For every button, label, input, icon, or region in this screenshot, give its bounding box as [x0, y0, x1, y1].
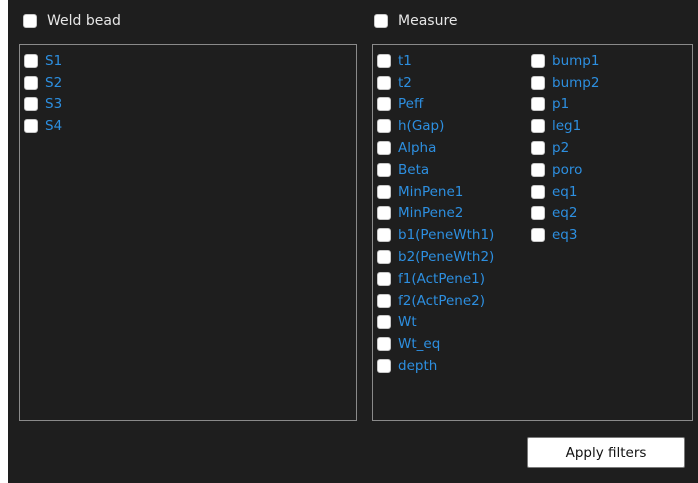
measure-label: poro	[552, 161, 583, 178]
measure-checkbox[interactable]	[531, 206, 545, 221]
measure-checkbox[interactable]	[531, 162, 545, 177]
weld-bead-checkbox[interactable]	[24, 53, 38, 68]
measure-checkbox[interactable]	[377, 228, 391, 243]
measure-checkbox[interactable]	[531, 228, 545, 243]
measure-checkbox[interactable]	[377, 337, 391, 352]
measure-item[interactable]: b2(PeneWth2)	[377, 246, 494, 268]
measure-label: depth	[398, 358, 438, 375]
measure-checkbox[interactable]	[377, 293, 391, 308]
measure-list-column-2: bump1 bump2 p1 leg1 p2 poro eq1 eq2 eq3	[531, 50, 599, 246]
measure-label: b2(PeneWth2)	[398, 249, 495, 266]
measure-label: Peff	[398, 96, 424, 113]
measure-item[interactable]: h(Gap)	[377, 115, 494, 137]
weld-bead-checkbox[interactable]	[24, 97, 38, 112]
measure-item[interactable]: Beta	[377, 159, 494, 181]
measure-checkbox[interactable]	[377, 250, 391, 265]
weld-bead-label: S3	[45, 96, 63, 113]
measure-item[interactable]: t1	[377, 50, 494, 72]
weld-bead-header: Weld bead	[23, 13, 121, 29]
weld-bead-item[interactable]: S3	[24, 94, 62, 116]
measure-checkbox[interactable]	[531, 119, 545, 134]
measure-item[interactable]: b1(PeneWth1)	[377, 224, 494, 246]
weld-bead-label: S2	[45, 74, 63, 91]
measure-item[interactable]: Peff	[377, 94, 494, 116]
measure-checkbox[interactable]	[377, 141, 391, 156]
measure-item[interactable]: Alpha	[377, 137, 494, 159]
measure-item[interactable]: Wt_eq	[377, 333, 494, 355]
measure-checkbox[interactable]	[377, 359, 391, 374]
measure-item[interactable]: poro	[531, 159, 599, 181]
weld-bead-item[interactable]: S1	[24, 50, 62, 72]
weld-bead-list-box: S1 S2 S3 S4	[19, 44, 357, 421]
measure-item[interactable]: MinPene1	[377, 181, 494, 203]
measure-label: Beta	[398, 161, 430, 178]
measure-checkbox[interactable]	[531, 53, 545, 68]
measure-label: Alpha	[398, 140, 437, 157]
measure-checkbox[interactable]	[531, 184, 545, 199]
measure-label: Wt_eq	[398, 336, 441, 353]
measure-item[interactable]: bump1	[531, 50, 599, 72]
weld-bead-select-all-checkbox[interactable]	[23, 14, 37, 28]
measure-checkbox[interactable]	[377, 271, 391, 286]
measure-label: f1(ActPene1)	[398, 270, 486, 287]
weld-bead-item[interactable]: S4	[24, 115, 62, 137]
weld-bead-label: S4	[45, 118, 63, 135]
measure-label: b1(PeneWth1)	[398, 227, 495, 244]
measure-item[interactable]: depth	[377, 355, 494, 377]
measure-label: MinPene1	[398, 183, 464, 200]
measure-item[interactable]: p1	[531, 94, 599, 116]
measure-checkbox[interactable]	[377, 75, 391, 90]
measure-header-label: Measure	[398, 13, 458, 29]
measure-label: eq2	[552, 205, 578, 222]
measure-label: Wt	[398, 314, 417, 331]
measure-checkbox[interactable]	[377, 119, 391, 134]
measure-item[interactable]: f2(ActPene2)	[377, 290, 494, 312]
measure-checkbox[interactable]	[531, 97, 545, 112]
measure-checkbox[interactable]	[531, 75, 545, 90]
measure-label: leg1	[552, 118, 582, 135]
measure-checkbox[interactable]	[377, 184, 391, 199]
measure-item[interactable]: f1(ActPene1)	[377, 268, 494, 290]
measure-item[interactable]: leg1	[531, 115, 599, 137]
weld-bead-checkbox[interactable]	[24, 75, 38, 90]
measure-checkbox[interactable]	[377, 206, 391, 221]
measure-label: p1	[552, 96, 570, 113]
measure-label: bump2	[552, 74, 600, 91]
measure-label: f2(ActPene2)	[398, 292, 486, 309]
measure-item[interactable]: eq2	[531, 203, 599, 225]
filter-panel: Weld bead S1 S2 S3 S4 Measure t1 t2 Peff h(Gap…	[0, 0, 698, 483]
measure-checkbox[interactable]	[377, 53, 391, 68]
measure-label: eq1	[552, 183, 578, 200]
measure-header: Measure	[374, 13, 458, 29]
measure-item[interactable]: t2	[377, 72, 494, 94]
measure-item[interactable]: eq3	[531, 224, 599, 246]
measure-item[interactable]: p2	[531, 137, 599, 159]
measure-list-column-1: t1 t2 Peff h(Gap) Alpha Beta MinPene1 MinPene2 b…	[377, 50, 494, 377]
measure-label: bump1	[552, 52, 600, 69]
measure-item[interactable]: bump2	[531, 72, 599, 94]
measure-label: MinPene2	[398, 205, 464, 222]
weld-bead-list: S1 S2 S3 S4	[24, 50, 62, 137]
measure-list-box: t1 t2 Peff h(Gap) Alpha Beta MinPene1 MinPene2 b…	[372, 44, 693, 421]
weld-bead-checkbox[interactable]	[24, 119, 38, 134]
weld-bead-item[interactable]: S2	[24, 72, 62, 94]
weld-bead-label: S1	[45, 52, 63, 69]
measure-item[interactable]: Wt	[377, 312, 494, 334]
measure-label: h(Gap)	[398, 118, 445, 135]
measure-label: t2	[398, 74, 412, 91]
measure-label: eq3	[552, 227, 578, 244]
measure-item[interactable]: MinPene2	[377, 203, 494, 225]
weld-bead-header-label: Weld bead	[47, 13, 121, 29]
measure-label: p2	[552, 140, 570, 157]
measure-checkbox[interactable]	[377, 97, 391, 112]
measure-checkbox[interactable]	[377, 162, 391, 177]
measure-label: t1	[398, 52, 412, 69]
apply-filters-button[interactable]: Apply filters	[527, 437, 685, 468]
measure-checkbox[interactable]	[377, 315, 391, 330]
measure-select-all-checkbox[interactable]	[374, 14, 388, 28]
measure-item[interactable]: eq1	[531, 181, 599, 203]
measure-checkbox[interactable]	[531, 141, 545, 156]
